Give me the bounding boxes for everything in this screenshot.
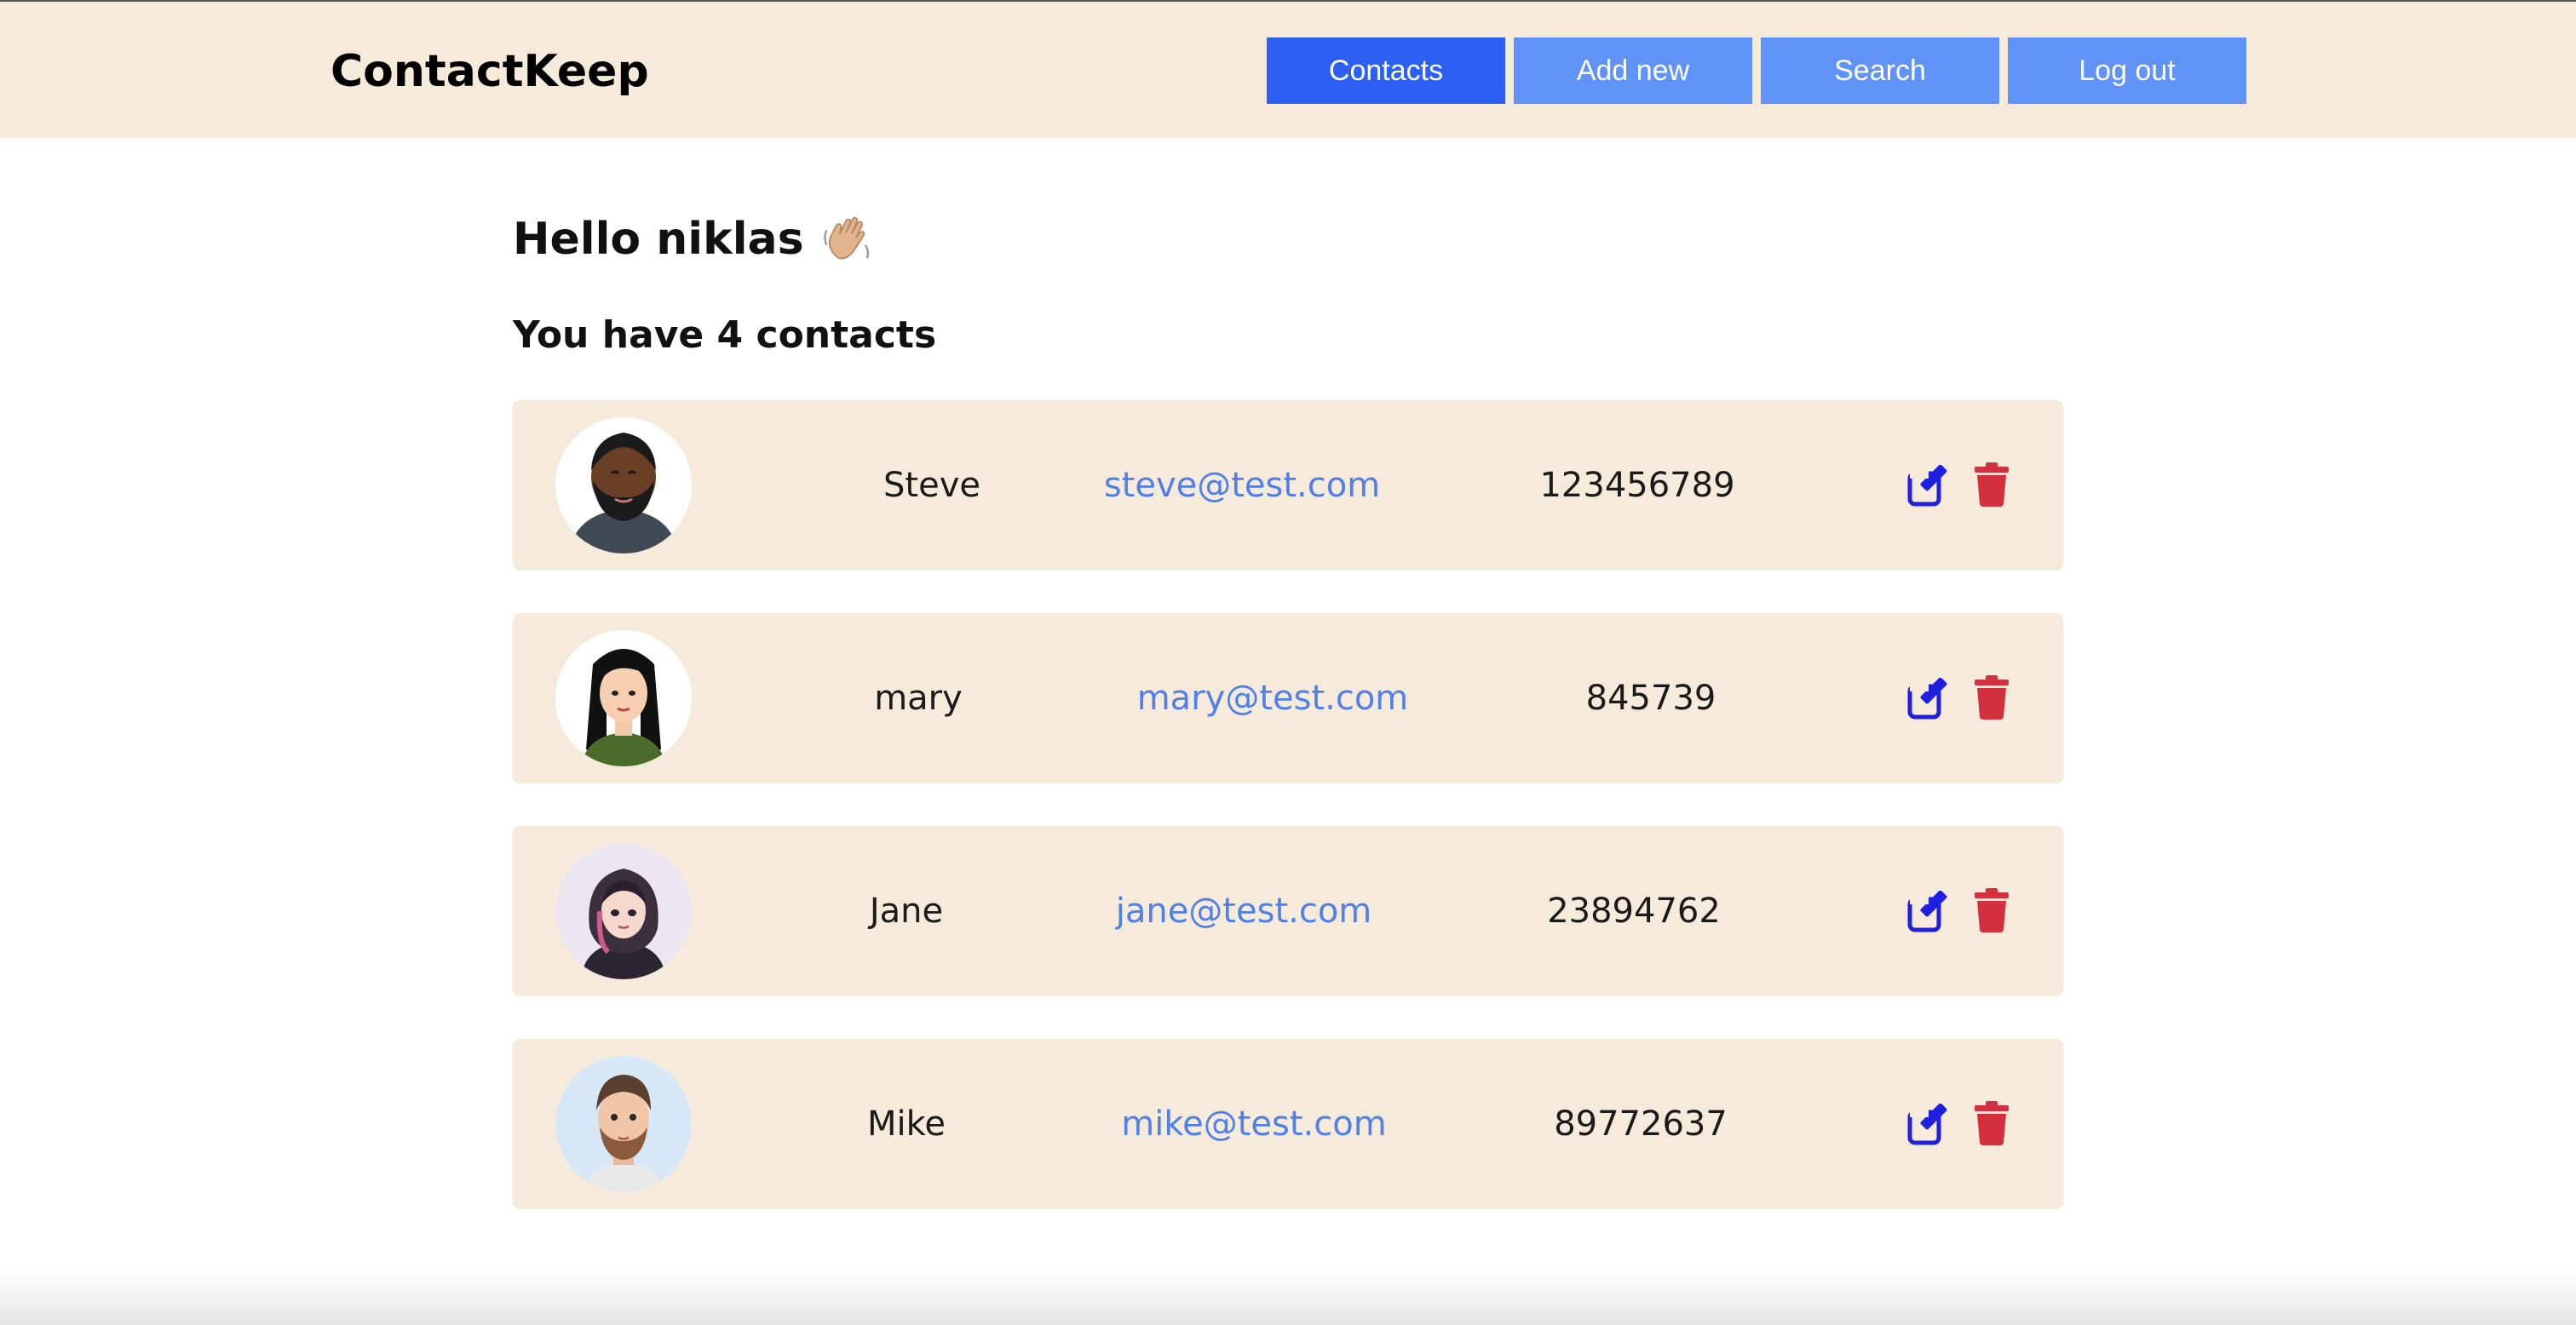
contact-email-link[interactable]: steve@test.com: [1046, 400, 1438, 571]
waving-hand-icon: [821, 213, 874, 266]
contact-name: Mike: [867, 1104, 946, 1144]
bearded-man-light-avatar: [555, 1056, 692, 1192]
edit-icon[interactable]: [1906, 1104, 1949, 1146]
contact-phone: 23894762: [1547, 892, 1721, 931]
greeting-text: Hello niklas: [513, 214, 804, 265]
main-nav: Contacts Add new Search Log out: [1267, 37, 2246, 104]
bearded-man-avatar: [555, 417, 692, 554]
contact-card: Mike mike@test.com 89772637: [513, 1039, 2063, 1209]
window-bottom-shadow: [0, 1269, 2576, 1325]
contact-name: Jane: [869, 892, 944, 931]
contact-email-link[interactable]: jane@test.com: [1048, 826, 1440, 996]
edit-icon[interactable]: [1906, 678, 1949, 720]
contact-email-link[interactable]: mary@test.com: [1077, 613, 1469, 783]
contacts-count: You have 4 contacts: [513, 313, 937, 357]
contact-card: Steve steve@test.com 123456789: [513, 400, 2063, 571]
edit-icon[interactable]: [1906, 891, 1949, 933]
contact-card: Jane jane@test.com 23894762: [513, 826, 2063, 996]
nav-contacts-button[interactable]: Contacts: [1267, 37, 1505, 104]
top-navbar: ContactKeep Contacts Add new Search Log …: [0, 2, 2576, 138]
contact-phone: 89772637: [1554, 1104, 1728, 1144]
trash-icon[interactable]: [1973, 674, 2010, 720]
trash-icon[interactable]: [1973, 887, 2010, 933]
nav-logout-button[interactable]: Log out: [2008, 37, 2246, 104]
contact-name: Steve: [883, 466, 980, 505]
contact-name: mary: [874, 679, 963, 718]
contact-phone: 845739: [1585, 679, 1716, 718]
greeting-heading: Hello niklas: [513, 213, 874, 266]
nav-add-new-button[interactable]: Add new: [1514, 37, 1752, 104]
contact-phone: 123456789: [1539, 466, 1735, 505]
contact-card: mary mary@test.com 845739: [513, 613, 2063, 783]
trash-icon[interactable]: [1973, 462, 2010, 508]
contact-email-link[interactable]: mike@test.com: [1058, 1039, 1450, 1209]
trash-icon[interactable]: [1973, 1100, 2010, 1146]
long-haired-woman-avatar: [555, 630, 692, 766]
app-logo[interactable]: ContactKeep: [331, 46, 649, 97]
edit-icon[interactable]: [1906, 465, 1949, 508]
hooded-woman-avatar: [555, 843, 692, 979]
nav-search-button[interactable]: Search: [1761, 37, 1999, 104]
